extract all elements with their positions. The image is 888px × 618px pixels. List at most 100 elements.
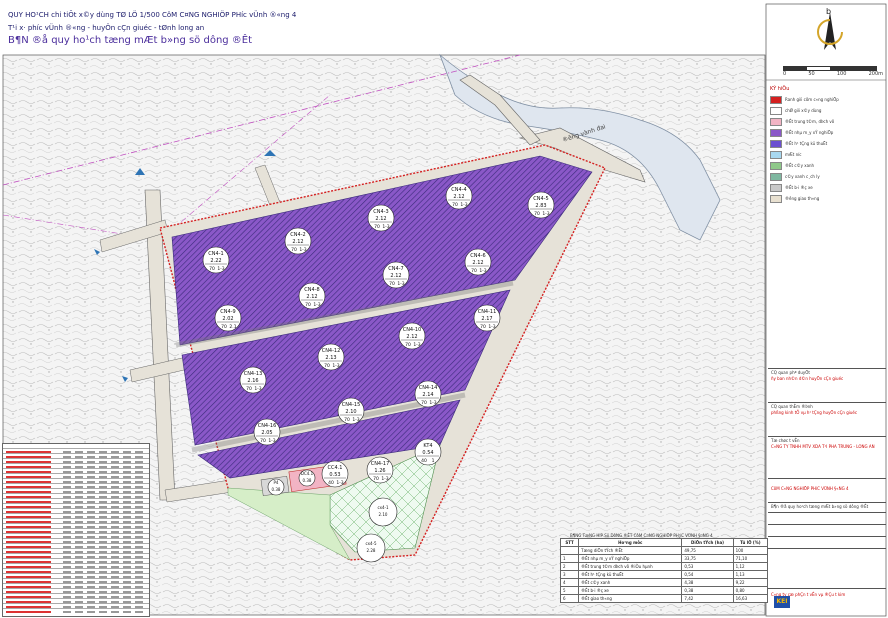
lot-label-kt4: KT40.54 40 1 bbox=[414, 438, 442, 466]
legend-swatch bbox=[770, 150, 782, 159]
lot-code: CN4-16 bbox=[258, 423, 277, 429]
approval-authority: ñy ban nh©n d©n huyÖn cÇn giuéc bbox=[771, 376, 844, 381]
tb-divider bbox=[768, 588, 886, 589]
table-cell: 16,63 bbox=[732, 594, 769, 603]
lot-code: CN4-3 bbox=[373, 209, 388, 215]
legend-item: ®Êt trung t©m, dÞch vô bbox=[770, 116, 880, 127]
lot-label-cn4-3: CN4-32.12 70 1-3 bbox=[367, 204, 395, 232]
lot-density: 70 bbox=[324, 363, 330, 369]
appraisal-label: CQ quan thÈm ®Þnh bbox=[771, 404, 813, 409]
table-cell: 4,38 bbox=[681, 578, 734, 587]
legend-item: c©y xanh c¸ch ly bbox=[770, 171, 880, 182]
table-cell: ®Êt giao th«ng bbox=[578, 594, 683, 603]
lot-label-cn4-14: CN4-142.14 70 1-3 bbox=[414, 380, 442, 408]
approval-label: CQ quan phª duyÖt bbox=[771, 370, 810, 375]
lot-floors: 1-3 bbox=[429, 400, 436, 406]
lot-density: 70 bbox=[421, 400, 427, 406]
lot-floors: 1-3 bbox=[332, 363, 339, 369]
table-row: 1 ®Êt nhµ m¸y xÝ nghiÖp 33,75 71,10 bbox=[559, 554, 769, 563]
lot-floors: 1-3 bbox=[352, 417, 359, 423]
legend-item: ®Êt h¹ tÇng kü thuËt bbox=[770, 138, 880, 149]
table-cell: 0,38 bbox=[681, 586, 734, 595]
lot-area: 2.10 bbox=[379, 512, 388, 517]
lot-floors: 1-3 bbox=[336, 480, 343, 486]
legend-swatch bbox=[770, 139, 782, 148]
table-cell: 0,54 bbox=[681, 570, 734, 579]
table-row: 4 ®Êt c©y xanh 4,38 9,22 bbox=[559, 578, 769, 587]
lot-label-cn4-13: CN4-132.16 70 1-3 bbox=[239, 366, 267, 394]
consultant-label: Tæ chøc t­ vÊn bbox=[771, 438, 800, 443]
left-table-cell bbox=[75, 610, 83, 613]
lot-area: 0.38 bbox=[272, 487, 281, 492]
legend-label: ®Êt nhµ m¸y xÝ nghiÖp bbox=[785, 130, 834, 135]
lot-label-dc4-1: DC4.1 0.38 bbox=[298, 469, 316, 487]
lot-density: 70 bbox=[344, 417, 350, 423]
lot-area: 2.14 bbox=[422, 392, 433, 398]
lot-code: CN4-1 bbox=[208, 251, 223, 257]
lot-area: 2.05 bbox=[261, 430, 272, 436]
lot-label-cn4-10: CN4-102.12 70 1-3 bbox=[398, 322, 426, 350]
title-block: CQ quan phª duyÖt ñy ban nh©n d©n huyÖn … bbox=[768, 368, 886, 616]
lot-code: CN4-7 bbox=[388, 266, 403, 272]
table-cell: Tæng diÖn tÝch ®Êt bbox=[578, 546, 683, 555]
lot-label-p4: P4 0.38 bbox=[267, 478, 285, 496]
drawing-name: B¶n ®å quy ho¹ch tæng mÆt b»ng sö dông ®… bbox=[771, 504, 869, 509]
north-arrow-icon: b bbox=[817, 7, 843, 50]
legend-rows: Ranh giíi côm c«ng nghiÖp chØ giíi x©y dù… bbox=[770, 94, 880, 204]
lot-density: 70 bbox=[221, 324, 227, 330]
lot-area: 2.12 bbox=[406, 334, 417, 340]
table-cell: 2 bbox=[559, 562, 580, 571]
lot-floors: 1-3 bbox=[479, 268, 486, 274]
lot-code: CN4-6 bbox=[470, 253, 485, 259]
tb-divider bbox=[768, 502, 886, 503]
lot-area: 2.28 bbox=[367, 548, 376, 553]
left-table-cell bbox=[99, 610, 107, 613]
legend-title: KÝ hiÖu bbox=[770, 86, 790, 92]
lot-area: 1.26 bbox=[374, 468, 385, 474]
lot-area: 0.38 bbox=[303, 478, 312, 483]
table-cell: 0,80 bbox=[732, 586, 769, 595]
table-cell: 1 bbox=[559, 554, 580, 563]
lot-label-cc4-1: CC4.10.53 40 1-3 bbox=[321, 460, 349, 488]
company-logo: KEI bbox=[774, 596, 790, 608]
lot-code: CN4-14 bbox=[419, 385, 438, 391]
legend-label: chØ giíi x©y dùng bbox=[785, 108, 822, 113]
left-table-cell bbox=[63, 610, 71, 613]
table-cell: 0,53 bbox=[681, 562, 734, 571]
lot-density: 40 bbox=[421, 458, 427, 464]
legend-item: chØ giíi x©y dùng bbox=[770, 105, 880, 116]
lot-area: 2.12 bbox=[390, 273, 401, 279]
lot-label-cn4-12: CN4-122.13 70 1-3 bbox=[317, 343, 345, 371]
lot-area: 2.12 bbox=[453, 194, 464, 200]
tb-divider bbox=[768, 436, 886, 437]
lot-area: 2.13 bbox=[325, 355, 336, 361]
lot-label-cn4-4: CN4-42.12 70 1-3 bbox=[445, 182, 473, 210]
map-legend: KÝ hiÖu Ranh giíi côm c«ng nghiÖp chØ gií… bbox=[770, 86, 880, 204]
legend-swatch bbox=[770, 128, 782, 137]
tb-divider bbox=[768, 478, 886, 479]
lot-density: 70 bbox=[534, 211, 540, 217]
left-table-cell bbox=[87, 610, 95, 613]
lot-floors: 1-3 bbox=[217, 266, 224, 272]
lot-area: 2.83 bbox=[535, 203, 546, 209]
lot-label-cn4-8: CN4-82.12 70 1-3 bbox=[298, 282, 326, 310]
lot-label-cn4-1: CN4-12.22 70 1-3 bbox=[202, 246, 230, 274]
lot-floors: 1 bbox=[432, 458, 435, 464]
investor-name: C«NG TY TNHH MTV XDA T¹I PHA TRUNG - LON… bbox=[771, 444, 875, 449]
lot-floors: 1-3 bbox=[397, 281, 404, 287]
lot-label-cn4-9: CN4-92.02 70 2.1 bbox=[214, 304, 242, 332]
table-cell: 7,42 bbox=[681, 594, 734, 603]
lot-area: 2.12 bbox=[306, 294, 317, 300]
table-header: Tû lÖ (%) bbox=[732, 538, 769, 547]
lot-code: CN4-4 bbox=[451, 187, 466, 193]
lot-code: CN4-13 bbox=[244, 371, 263, 377]
table-cell: 6 bbox=[559, 594, 580, 603]
legend-label: c©y xanh c¸ch ly bbox=[785, 174, 820, 179]
legend-item: mÆt n­íc bbox=[770, 149, 880, 160]
lot-label-cn4-7: CN4-72.12 70 1-3 bbox=[382, 261, 410, 289]
table-cell: ®Êt h¹ tÇng kü thuËt bbox=[578, 570, 683, 579]
lot-label-cn4-6: CN4-62.12 70 1-3 bbox=[464, 248, 492, 276]
lot-density: 70 bbox=[373, 476, 379, 482]
table-cell: 1,12 bbox=[732, 562, 769, 571]
lot-floors: 1-3 bbox=[268, 438, 275, 444]
